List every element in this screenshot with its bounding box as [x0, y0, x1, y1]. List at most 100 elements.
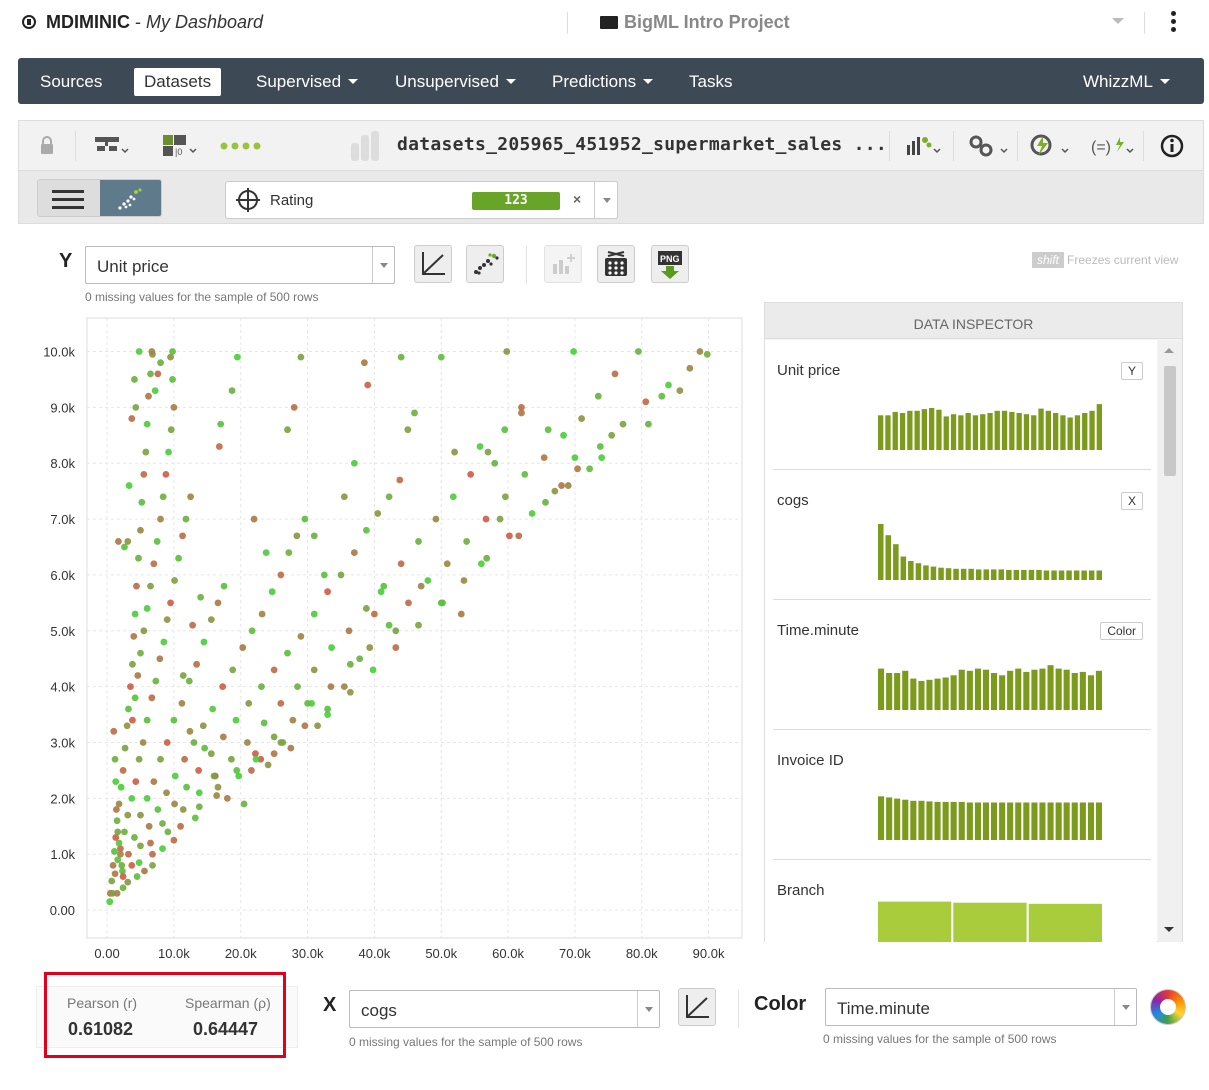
- data-point: [327, 683, 335, 691]
- scatter-view-button[interactable]: [100, 180, 161, 216]
- histogram-bar: [1028, 903, 1102, 942]
- target-crosshair-icon: [236, 188, 260, 212]
- color-field-select[interactable]: Time.minute: [825, 988, 1137, 1026]
- x-field-select[interactable]: cogs: [349, 990, 660, 1028]
- nav-whizzml[interactable]: WhizzML: [1083, 72, 1170, 92]
- data-point: [424, 577, 432, 584]
- formula-icon[interactable]: (=): [1089, 133, 1135, 159]
- data-point: [432, 515, 440, 523]
- nav-datasets[interactable]: Datasets: [134, 68, 222, 96]
- show-trend-button[interactable]: [466, 245, 504, 283]
- inspector-field[interactable]: cogs X: [773, 470, 1151, 600]
- data-point: [496, 515, 504, 523]
- histogram-bar: [968, 568, 974, 580]
- inspector-axis-tag: Y: [1120, 362, 1143, 380]
- nav-supervised[interactable]: Supervised: [256, 72, 359, 92]
- histogram-bar: [893, 544, 899, 580]
- histogram-bar: [1082, 413, 1088, 450]
- data-point: [264, 761, 272, 769]
- objective-dropdown-caret-icon[interactable]: [594, 182, 618, 218]
- scatterplot-chart[interactable]: 0.00 10.0k 20.0k 30.0k 40.0k 50.0k 60.0k 70.0k 8…: [30, 308, 750, 972]
- model-tree-icon[interactable]: [95, 135, 129, 157]
- data-point: [150, 560, 158, 568]
- sample-config-button[interactable]: [597, 245, 635, 283]
- y-tick-label: 9.0k: [50, 400, 75, 415]
- histogram-bar: [983, 569, 989, 580]
- project-selector[interactable]: BigML Intro Project: [600, 12, 790, 33]
- histogram-bar: [892, 411, 898, 450]
- histogram-bar: [878, 796, 885, 840]
- clear-objective-icon[interactable]: ×: [573, 191, 581, 207]
- project-dropdown-caret-icon[interactable]: [1112, 18, 1124, 24]
- scroll-down-icon[interactable]: [1164, 927, 1174, 932]
- inspector-field[interactable]: Time.minute Color: [773, 600, 1151, 730]
- data-point: [289, 716, 297, 724]
- data-point: [270, 733, 278, 741]
- data-inspector-title: DATA INSPECTOR: [765, 303, 1182, 339]
- inspector-field-name: cogs: [777, 492, 809, 509]
- y-field-select[interactable]: Unit price: [85, 246, 395, 284]
- status-dots-icon: [220, 142, 261, 150]
- histogram-bar: [980, 414, 986, 450]
- data-point: [392, 627, 400, 635]
- nav-sources[interactable]: Sources: [40, 72, 102, 92]
- data-point: [228, 387, 236, 395]
- color-wheel-icon[interactable]: [1150, 989, 1186, 1025]
- export-png-button[interactable]: PNG: [651, 245, 689, 283]
- inspector-field[interactable]: Branch: [773, 860, 1151, 942]
- data-point: [310, 532, 318, 540]
- inspector-scrollbar[interactable]: [1158, 340, 1182, 942]
- histogram-bar: [910, 800, 917, 840]
- nav-predictions[interactable]: Predictions: [552, 72, 654, 92]
- data-point: [181, 755, 188, 763]
- histogram-bar: [1006, 569, 1012, 580]
- inspector-field[interactable]: Unit price Y: [773, 340, 1151, 470]
- dashboard-label: My Dashboard: [146, 12, 264, 32]
- data-point: [209, 705, 217, 713]
- data-point: [310, 610, 318, 618]
- shift-key-badge: shift: [1032, 252, 1065, 268]
- inspector-field[interactable]: Invoice ID: [773, 730, 1151, 860]
- x-log-scale-button[interactable]: [678, 988, 716, 1026]
- data-point: [114, 828, 122, 836]
- more-menu-icon[interactable]: [1165, 10, 1181, 36]
- histogram-bar: [934, 801, 941, 840]
- data-point: [164, 828, 172, 836]
- scrollbar-thumb[interactable]: [1164, 366, 1176, 476]
- dashboard-link[interactable]: MDIMINIC - My Dashboard: [22, 12, 263, 33]
- svg-text:|0: |0: [175, 147, 182, 157]
- histogram-bar: [894, 798, 901, 840]
- objective-field-label: Rating: [270, 192, 314, 209]
- scroll-up-icon[interactable]: [1164, 348, 1174, 353]
- svg-text:PNG: PNG: [660, 254, 680, 264]
- data-point: [137, 649, 144, 657]
- histogram-bar: [907, 410, 913, 450]
- nav-unsupervised[interactable]: Unsupervised: [395, 72, 516, 92]
- data-point: [385, 493, 393, 501]
- data-inspector-list[interactable]: Unit price Y cogs X Time.minute Color Invoice …: [765, 340, 1157, 942]
- gear-icon[interactable]: [967, 133, 1011, 159]
- list-view-button[interactable]: [38, 180, 100, 216]
- unsupervised-icon[interactable]: |0: [161, 133, 201, 159]
- add-to-model-button[interactable]: [544, 245, 582, 283]
- data-point: [658, 392, 666, 400]
- data-point: [703, 350, 711, 358]
- histogram-bar: [1047, 665, 1054, 710]
- data-point: [170, 716, 178, 724]
- data-point: [598, 454, 606, 462]
- data-point: [113, 806, 120, 813]
- objective-field-select[interactable]: Rating 123 ×: [225, 181, 618, 219]
- data-point: [197, 593, 205, 601]
- histogram-bar: [1023, 802, 1030, 840]
- chart-configure-icon[interactable]: [905, 133, 945, 159]
- histogram-bar: [1071, 673, 1078, 710]
- lightning-icon[interactable]: [1029, 133, 1073, 159]
- data-point: [115, 538, 122, 545]
- y-log-scale-button[interactable]: [414, 245, 452, 283]
- data-point: [108, 877, 116, 885]
- lock-icon[interactable]: [39, 135, 55, 155]
- inspector-axis-tag: X: [1120, 492, 1143, 510]
- nav-tasks[interactable]: Tasks: [689, 72, 732, 92]
- data-point: [397, 560, 405, 568]
- info-icon[interactable]: [1159, 133, 1185, 159]
